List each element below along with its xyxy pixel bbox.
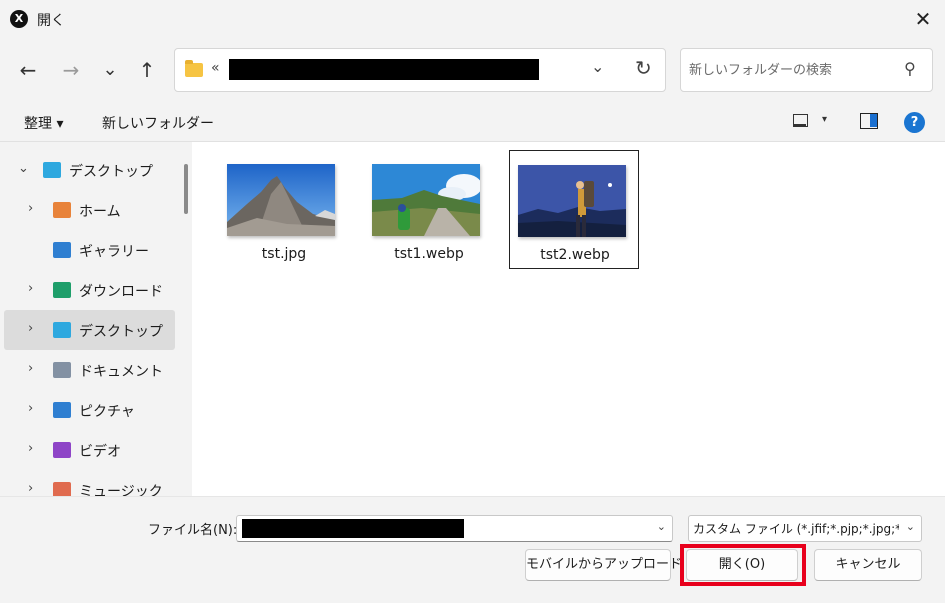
- sidebar-item-label: ピクチャ: [79, 404, 135, 420]
- expand-chevron-icon[interactable]: ›: [28, 481, 33, 496]
- search-icon[interactable]: ⚲: [904, 59, 916, 78]
- file-name-field[interactable]: ⌄: [236, 515, 673, 542]
- breadcrumb-overflow[interactable]: «: [211, 60, 220, 76]
- sidebar-item[interactable]: › ホーム: [4, 190, 175, 230]
- home-icon: [53, 202, 71, 218]
- window-title: 開く: [37, 13, 65, 29]
- file-item[interactable]: tst.jpg: [219, 150, 349, 269]
- title-bar: X 開く ✕: [0, 0, 945, 38]
- sidebar-item-label: ビデオ: [79, 444, 121, 460]
- sidebar-item-label: ギャラリー: [79, 244, 149, 260]
- video-icon: [53, 442, 71, 458]
- file-type-select[interactable]: カスタム ファイル (*.jfif;*.pjp;*.jpg;*. ⌄: [688, 515, 922, 542]
- expand-chevron-icon[interactable]: ›: [28, 201, 33, 216]
- sidebar-item[interactable]: › ドキュメント: [4, 350, 175, 390]
- new-folder-button[interactable]: 新しいフォルダー: [102, 113, 214, 133]
- file-name: tst1.webp: [394, 246, 464, 262]
- pictures-icon: [53, 402, 71, 418]
- close-button[interactable]: ✕: [907, 4, 939, 34]
- expand-chevron-icon[interactable]: ›: [28, 441, 33, 456]
- download-icon: [53, 282, 71, 298]
- sidebar-item[interactable]: › ダウンロード: [4, 270, 175, 310]
- file-type-value: カスタム ファイル (*.jfif;*.pjp;*.jpg;*.: [693, 522, 899, 536]
- image-thumbnail: [518, 165, 626, 237]
- sidebar-item-label: ホーム: [79, 204, 121, 220]
- sidebar-item[interactable]: › ビデオ: [4, 430, 175, 470]
- sidebar-scroll-thumb[interactable]: [184, 164, 188, 214]
- folder-icon: [185, 60, 203, 77]
- expand-chevron-icon[interactable]: ›: [28, 321, 33, 336]
- file-name: tst.jpg: [261, 246, 307, 262]
- cancel-button[interactable]: キャンセル: [814, 549, 922, 581]
- sidebar-item-label: デスクトップ: [69, 164, 153, 180]
- expand-chevron-icon[interactable]: ›: [28, 281, 33, 296]
- organize-menu-button[interactable]: 整理 ▾: [24, 113, 63, 133]
- search-input[interactable]: [689, 59, 889, 81]
- navigation-bar: ← → ⌄ ↑ « ⌄ ↻ ⚲: [0, 38, 945, 102]
- image-thumbnail: [372, 164, 480, 236]
- file-item[interactable]: tst2.webp: [509, 150, 639, 269]
- sidebar-item[interactable]: › ミュージック: [4, 470, 175, 496]
- back-arrow-icon[interactable]: ←: [14, 56, 42, 84]
- x-app-icon: X: [10, 10, 28, 28]
- refresh-icon[interactable]: ↻: [635, 56, 652, 80]
- expand-chevron-icon[interactable]: ›: [28, 401, 33, 416]
- sidebar-item[interactable]: › デスクトップ: [4, 310, 175, 350]
- sidebar-item-label: ダウンロード: [79, 284, 163, 300]
- command-bar: 整理 ▾ 新しいフォルダー ▾ ?: [0, 102, 945, 142]
- address-bar[interactable]: « ⌄ ↻: [174, 48, 666, 92]
- file-list: tst.jpg tst1.webp tst2.webp: [195, 142, 945, 496]
- gallery-icon: [53, 242, 71, 258]
- preview-pane-icon[interactable]: [860, 113, 878, 129]
- sidebar-item-label: ミュージック: [79, 484, 163, 496]
- image-thumbnail: [227, 164, 335, 236]
- redacted-file-name: [242, 519, 464, 538]
- address-dropdown-icon[interactable]: ⌄: [591, 57, 604, 76]
- forward-arrow-icon[interactable]: →: [57, 56, 85, 84]
- music-icon: [53, 482, 71, 496]
- sidebar-item-label: ドキュメント: [79, 364, 163, 380]
- file-item[interactable]: tst1.webp: [364, 150, 494, 269]
- upload-from-mobile-button[interactable]: モバイルからアップロード: [525, 549, 682, 581]
- sidebar-item[interactable]: › ピクチャ: [4, 390, 175, 430]
- view-mode-chevron-icon[interactable]: ▾: [822, 114, 827, 125]
- file-name: tst2.webp: [540, 247, 610, 263]
- recent-locations-chevron-icon[interactable]: ⌄: [96, 56, 124, 84]
- file-type-chevron-icon: ⌄: [905, 520, 915, 533]
- sidebar-item[interactable]: ⌄ デスクトップ: [4, 150, 175, 190]
- file-name-label: ファイル名(N):: [148, 523, 238, 538]
- search-box[interactable]: ⚲: [680, 48, 933, 92]
- expand-chevron-icon[interactable]: ›: [28, 361, 33, 376]
- file-name-dropdown-icon[interactable]: ⌄: [657, 520, 666, 533]
- help-icon[interactable]: ?: [904, 112, 925, 133]
- redacted-path: [229, 59, 539, 80]
- collapse-chevron-icon[interactable]: ⌄: [18, 161, 29, 176]
- sidebar-item[interactable]: ギャラリー: [4, 230, 175, 270]
- open-button-highlight: [680, 544, 806, 586]
- desktop-icon: [43, 162, 61, 178]
- desktop-icon: [53, 322, 71, 338]
- sidebar-item-label: デスクトップ: [79, 324, 163, 340]
- document-icon: [53, 362, 71, 378]
- navigation-pane: ⌄ デスクトップ › ホームギャラリー › ダウンロード › デスクトップ › ドキュメント › ピク…: [0, 142, 192, 496]
- up-arrow-icon[interactable]: ↑: [133, 56, 161, 84]
- view-mode-icon[interactable]: [793, 114, 808, 127]
